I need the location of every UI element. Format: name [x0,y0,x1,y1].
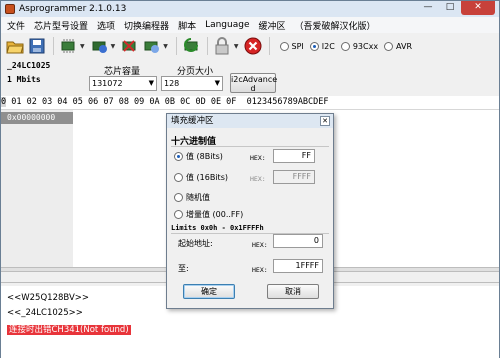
chevron-down-icon[interactable]: ▼ [234,43,239,50]
menu-options[interactable]: 选项 [97,19,115,32]
end-address-input[interactable]: 1FFFF [273,259,323,273]
hex-label: HEX: [252,241,268,249]
menu-chip-settings[interactable]: 芯片型号设置 [34,19,88,32]
option-8bits-label: 值 (8Bits) [186,152,223,161]
dialog-title-bar: 填充缓冲区 ✕ [167,114,333,128]
capacity-value: 131072 [92,79,123,88]
menu-language[interactable]: Language [205,20,249,30]
read-chip-icon[interactable] [58,36,78,56]
hex-label: HEX: [250,154,266,162]
toolbar-separator [175,37,177,55]
chevron-down-icon: ▼ [214,79,220,87]
option-increment-label: 增量值 (00..FF) [186,210,244,219]
verify-chip-icon[interactable] [141,36,161,56]
chevron-down-icon: ▼ [148,79,154,87]
write-chip-icon[interactable] [89,36,109,56]
menu-programmer[interactable]: 切换编程器 [124,19,169,32]
protocol-avr[interactable]: AVR [384,41,413,51]
chip-name: _24LC1025 [7,61,51,70]
address-column: 0x00000000 [1,110,73,268]
menu-file[interactable]: 文件 [7,19,25,32]
toolbar-separator [268,37,270,55]
erase-chip-icon[interactable] [119,36,139,56]
radio-increment[interactable] [174,210,183,219]
menu-script[interactable]: 脚本 [178,19,196,32]
protocol-i2c-label: I2C [321,41,335,51]
app-icon [5,4,15,14]
hex-label: HEX: [252,266,268,274]
address-row[interactable]: 0x00000000 [1,112,73,124]
radio-spi[interactable] [279,41,289,51]
toolbar-separator [206,37,208,55]
radio-i2c[interactable] [309,41,319,51]
menu-buffer[interactable]: 缓冲区 [259,19,286,32]
start-address-label: 起始地址: [178,239,213,248]
stop-icon[interactable] [243,36,263,56]
cancel-button[interactable]: 取消 [267,284,319,299]
chip-size: 1 Mbits [7,75,41,84]
log-line: <<W25Q128BV>> [7,293,90,303]
log-line: <<_24LC1025>> [7,308,83,318]
radio-random[interactable] [174,193,183,202]
value8-input[interactable]: FF [273,149,315,163]
radio-8bits[interactable] [174,152,183,161]
option-increment[interactable]: 增量值 (00..FF) [174,209,243,220]
limits-label: Limits 0x0h - 0x1FFFFh [171,224,264,232]
option-value-8bits[interactable]: 值 (8Bits) [174,151,223,162]
radio-16bits[interactable] [174,173,183,182]
hex-header: 0 01 02 03 04 05 06 07 08 09 0A 0B 0C 0D… [1,96,499,109]
lock-icon[interactable] [212,36,232,56]
menu-cracked-edition[interactable]: （吾爱破解汉化版） [295,19,376,32]
option-value-16bits[interactable]: 值 (16Bits) [174,172,228,183]
chevron-down-icon[interactable]: ▼ [163,43,168,50]
toolbar: ▼ ▼ ▼ ▼ SPI I2C 93Cxx AVR [1,33,499,59]
open-folder-icon[interactable] [5,36,25,56]
value16-input[interactable]: FFFF [273,170,315,184]
protocol-avr-label: AVR [396,41,413,51]
protocol-spi[interactable]: SPI [279,41,304,51]
i2c-advanced-button[interactable]: i2cAdvance d [230,73,277,93]
radio-avr[interactable] [384,41,394,51]
page-size-select[interactable]: 128 ▼ [161,76,223,91]
start-address-input[interactable]: 0 [273,234,323,248]
hex-header-columns: 01 02 03 04 05 06 07 08 09 0A 0B 0C 0D 0… [6,97,329,107]
minimize-button[interactable]: — [417,1,439,15]
option-random-label: 随机值 [186,193,210,202]
divider [171,146,329,147]
log-error: 连接时出错CH341(Not found) [7,325,131,335]
end-address-label: 至: [178,264,189,273]
toolbar-separator [53,37,54,55]
protocol-93cxx[interactable]: 93Cxx [340,41,379,51]
protocol-93cxx-label: 93Cxx [352,41,379,51]
fill-buffer-dialog: 填充缓冲区 ✕ 十六进制值 值 (8Bits) HEX: FF 值 (16Bit… [166,113,334,309]
hex-label: HEX: [250,175,266,183]
menu-bar: 文件 芯片型号设置 选项 切换编程器 脚本 Language 缓冲区 （吾爱破解… [1,17,499,33]
capacity-select[interactable]: 131072 ▼ [89,76,157,91]
dialog-title: 填充缓冲区 [171,116,214,126]
chevron-down-icon[interactable]: ▼ [80,43,85,50]
ok-button[interactable]: 确定 [183,284,235,299]
save-icon[interactable] [27,36,47,56]
option-16bits-label: 值 (16Bits) [186,173,228,182]
radio-93cxx[interactable] [340,41,350,51]
app-window: Asprogrammer 2.1.0.13 — □ ✕ 文件 芯片型号设置 选项… [0,0,500,358]
close-button[interactable]: ✕ [461,1,495,15]
chevron-down-icon[interactable]: ▼ [111,43,116,50]
page-size-value: 128 [164,79,180,88]
protocol-selector: SPI I2C 93Cxx AVR [279,41,419,51]
dialog-close-button[interactable]: ✕ [320,116,330,126]
title-bar: Asprogrammer 2.1.0.13 — □ ✕ [1,1,499,17]
refresh-icon[interactable] [181,36,201,56]
protocol-i2c[interactable]: I2C [309,41,335,51]
protocol-spi-label: SPI [291,41,304,51]
window-title: Asprogrammer 2.1.0.13 [19,4,127,14]
window-controls: — □ ✕ [417,1,495,15]
maximize-button[interactable]: □ [439,1,461,15]
option-random[interactable]: 随机值 [174,192,210,203]
